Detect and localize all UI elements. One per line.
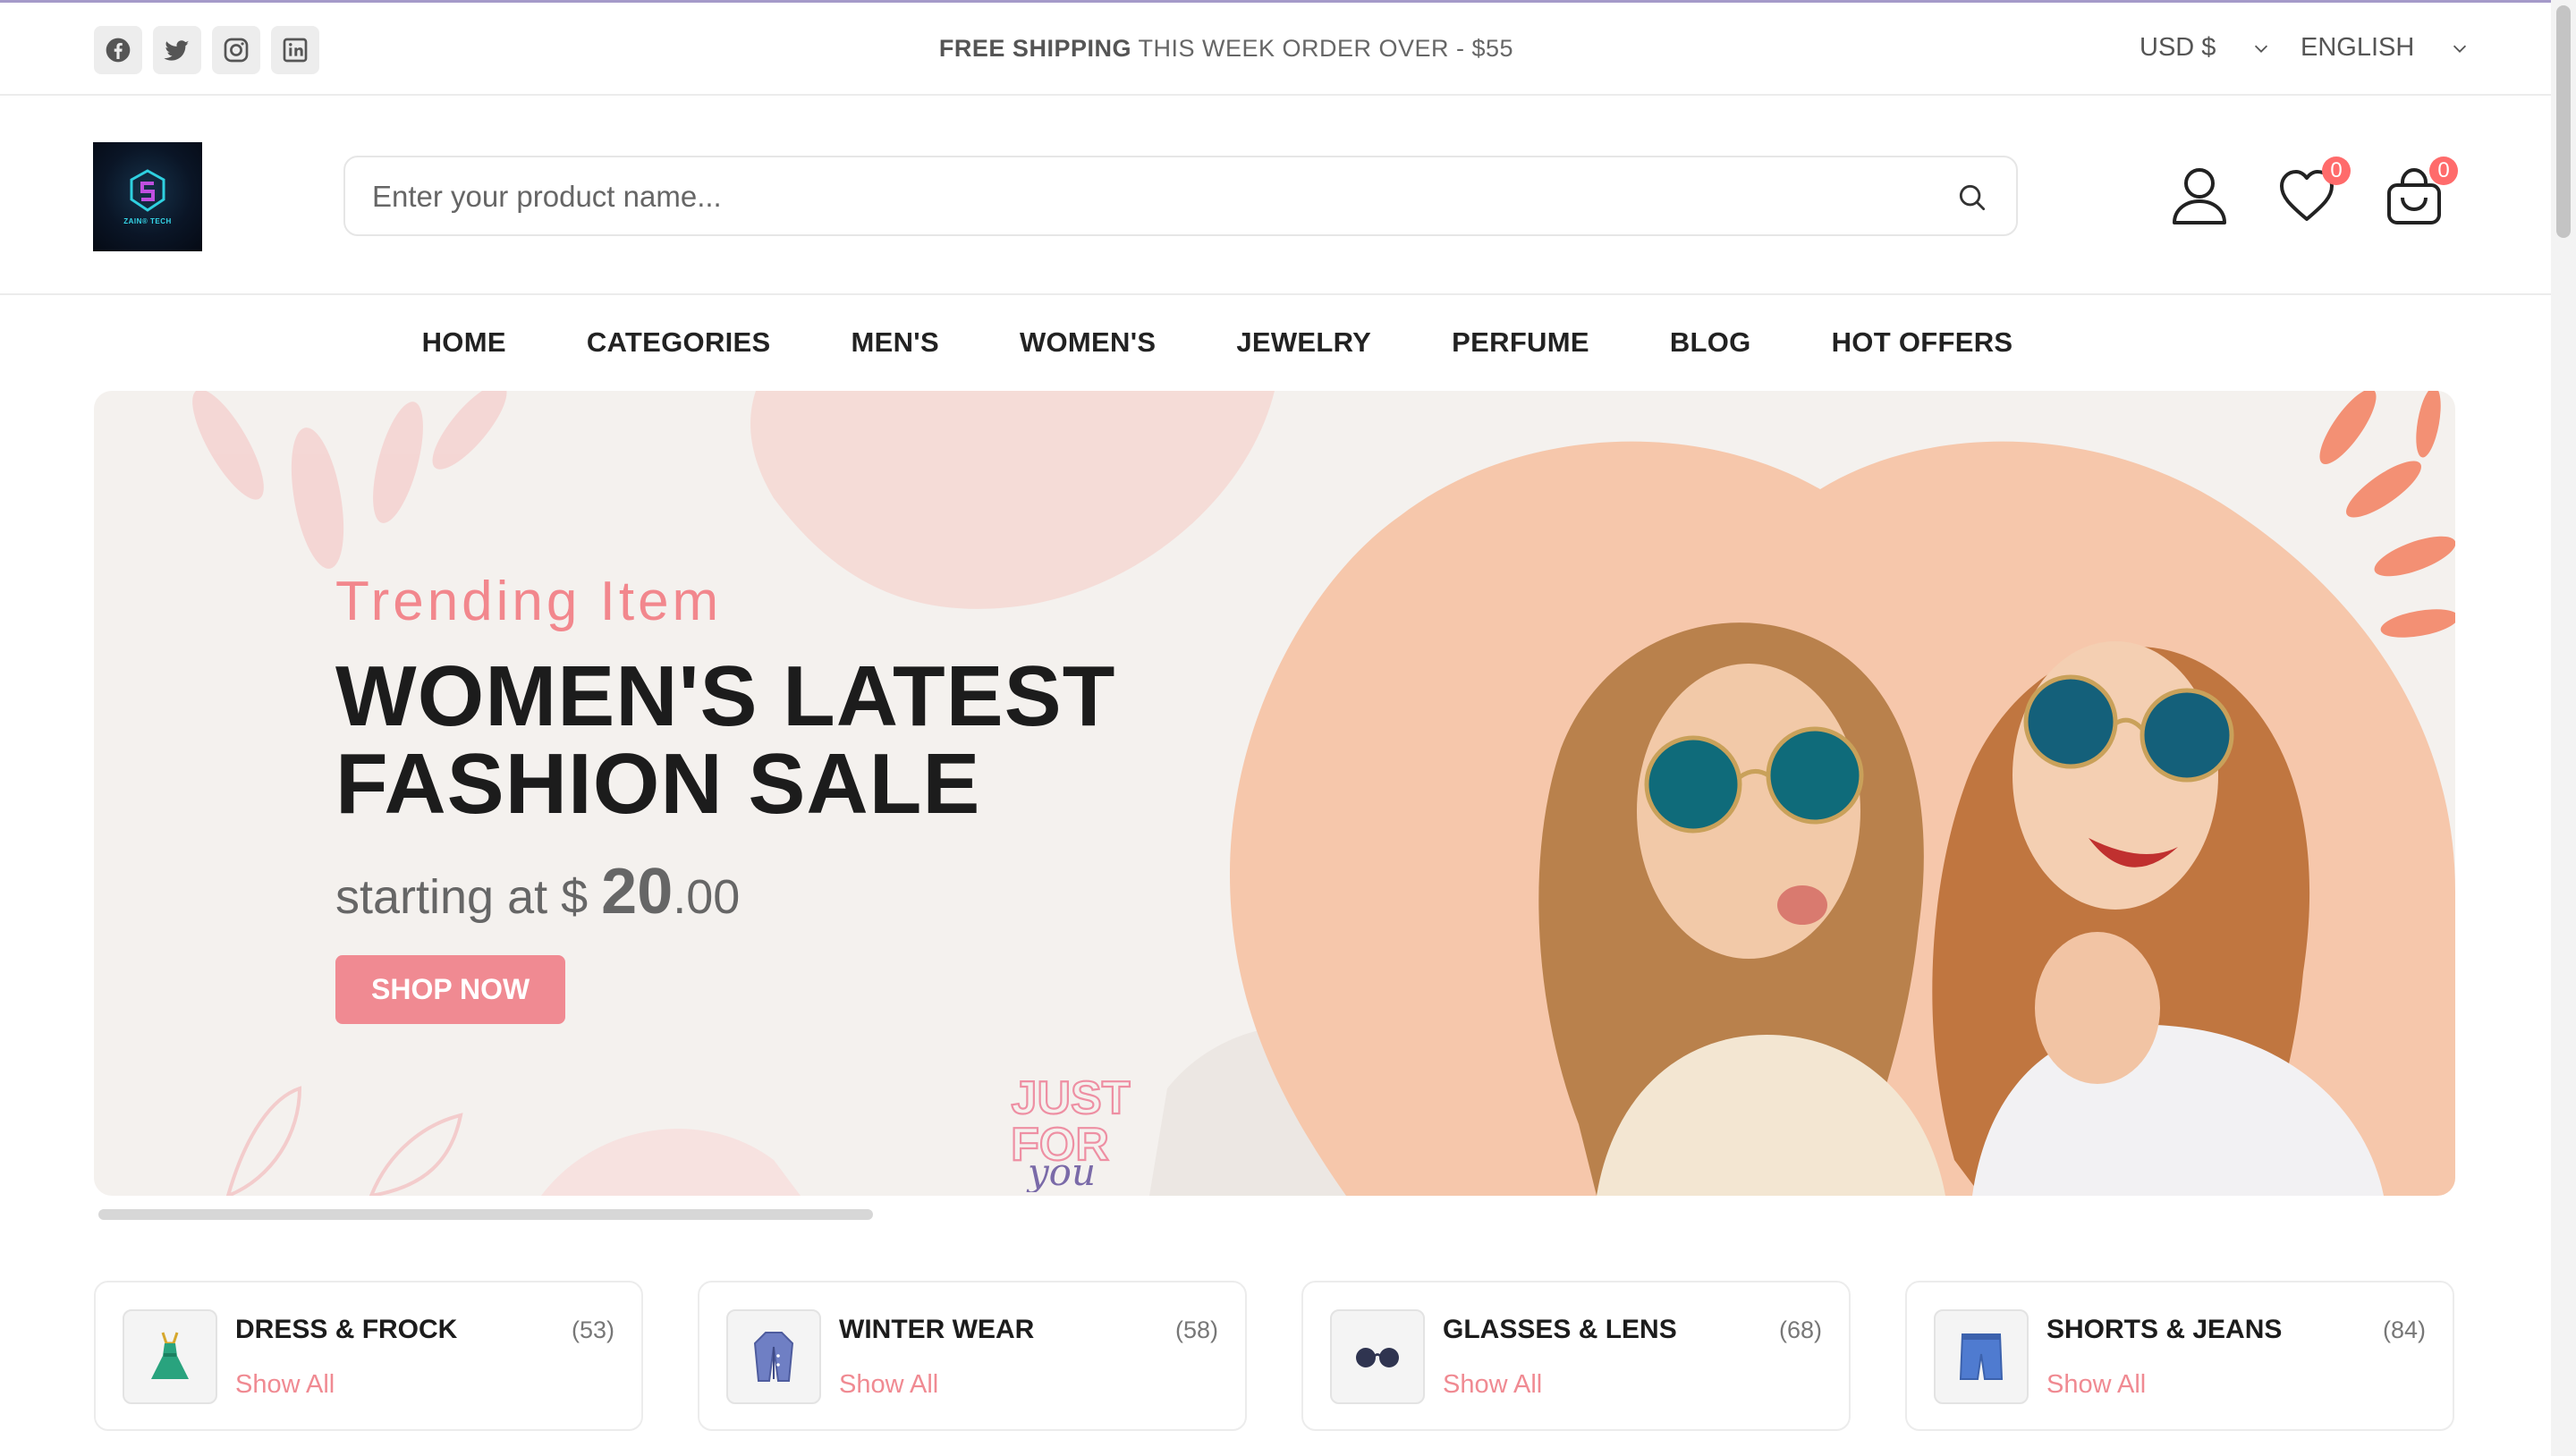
category-thumbnail bbox=[726, 1309, 821, 1404]
hero-carousel-scrollbar[interactable] bbox=[98, 1209, 873, 1220]
coat-icon bbox=[753, 1332, 794, 1382]
nav-perfume[interactable]: PERFUME bbox=[1452, 326, 1589, 359]
hero-copy: Trending Item WOMEN'S LATEST FASHION SAL… bbox=[335, 570, 1115, 1024]
hero-banner: Trending Item WOMEN'S LATEST FASHION SAL… bbox=[94, 391, 2455, 1196]
shop-now-button[interactable]: SHOP NOW bbox=[335, 955, 566, 1024]
nav-hot-offers[interactable]: HOT OFFERS bbox=[1832, 326, 2013, 359]
scrollbar-thumb[interactable] bbox=[2556, 5, 2571, 238]
wishlist-button[interactable]: 0 bbox=[2277, 157, 2351, 226]
site-logo[interactable]: ZAIN® TECH bbox=[93, 142, 202, 251]
shipping-promo: FREE SHIPPING THIS WEEK ORDER OVER - $55 bbox=[0, 35, 2453, 63]
logo-text: ZAIN® TECH bbox=[123, 216, 172, 225]
category-row: DRESS & FROCK (53) Show All WINTER WEAR … bbox=[94, 1281, 2455, 1431]
page-scrollbar[interactable] bbox=[2551, 0, 2576, 1456]
nav-jewelry[interactable]: JEWELRY bbox=[1236, 326, 1371, 359]
nav-womens[interactable]: WOMEN'S bbox=[1020, 326, 1156, 359]
search-input[interactable] bbox=[372, 175, 1893, 218]
wishlist-count-badge: 0 bbox=[2322, 157, 2351, 185]
nav-home[interactable]: HOME bbox=[422, 326, 506, 359]
price-cents: .00 bbox=[673, 870, 741, 924]
hero-title-line-2: FASHION SALE bbox=[335, 736, 981, 832]
top-bar: FREE SHIPPING THIS WEEK ORDER OVER - $55… bbox=[0, 3, 2551, 96]
cart-count-badge: 0 bbox=[2429, 157, 2458, 185]
currency-value: USD $ bbox=[2140, 33, 2216, 62]
promo-highlight: FREE SHIPPING bbox=[938, 35, 1131, 62]
category-name: WINTER WEAR bbox=[839, 1315, 1035, 1344]
language-value: ENGLISH bbox=[2301, 33, 2415, 62]
show-all-link[interactable]: Show All bbox=[2046, 1370, 2146, 1400]
dress-icon bbox=[151, 1332, 189, 1379]
category-thumbnail bbox=[1330, 1309, 1425, 1404]
category-thumbnail bbox=[1934, 1309, 2029, 1404]
category-count: (68) bbox=[1778, 1316, 1822, 1343]
glasses-icon bbox=[1356, 1348, 1399, 1367]
promo-text: THIS WEEK ORDER OVER - $55 bbox=[1131, 35, 1514, 62]
hero-title: WOMEN'S LATEST FASHION SALE bbox=[335, 653, 1115, 828]
badge-line-3: you bbox=[1026, 1150, 1096, 1192]
category-name: GLASSES & LENS bbox=[1443, 1315, 1677, 1344]
price-prefix: starting at $ bbox=[335, 870, 602, 924]
cart-button[interactable]: 0 bbox=[2385, 157, 2458, 226]
show-all-link[interactable]: Show All bbox=[839, 1370, 938, 1400]
nav-categories[interactable]: CATEGORIES bbox=[587, 326, 771, 359]
site-header: ZAIN® TECH 0 0 bbox=[0, 96, 2551, 295]
hero-kicker: Trending Item bbox=[335, 571, 723, 632]
chevron-down-icon bbox=[2453, 45, 2467, 53]
category-count: (84) bbox=[2382, 1316, 2426, 1343]
category-card[interactable]: SHORTS & JEANS (84) Show All bbox=[1905, 1281, 2454, 1431]
category-card[interactable]: GLASSES & LENS (68) Show All bbox=[1301, 1281, 1851, 1431]
nav-blog[interactable]: BLOG bbox=[1670, 326, 1751, 359]
category-card[interactable]: WINTER WEAR (58) Show All bbox=[698, 1281, 1247, 1431]
show-all-link[interactable]: Show All bbox=[1443, 1370, 1542, 1400]
chevron-down-icon bbox=[2255, 45, 2268, 53]
language-select[interactable]: ENGLISH bbox=[2301, 33, 2470, 63]
account-button[interactable] bbox=[2170, 165, 2229, 226]
price-whole: 20 bbox=[601, 856, 674, 927]
main-nav: HOME CATEGORIES MEN'S WOMEN'S JEWELRY PE… bbox=[0, 295, 2551, 390]
search-bar bbox=[343, 156, 2018, 236]
category-thumbnail bbox=[123, 1309, 217, 1404]
category-card[interactable]: DRESS & FROCK (53) Show All bbox=[94, 1281, 643, 1431]
currency-select[interactable]: USD $ bbox=[2140, 33, 2271, 63]
user-icon bbox=[2173, 168, 2226, 224]
just-for-you-badge: JUST FOR you bbox=[1010, 1071, 1131, 1192]
category-name: DRESS & FROCK bbox=[235, 1315, 458, 1344]
show-all-link[interactable]: Show All bbox=[235, 1370, 335, 1400]
category-count: (53) bbox=[571, 1316, 614, 1343]
search-icon[interactable] bbox=[1955, 181, 1989, 215]
logo-mark-icon bbox=[130, 168, 165, 212]
badge-line-1: JUST bbox=[1012, 1072, 1131, 1124]
shorts-icon bbox=[1959, 1333, 2004, 1380]
nav-mens[interactable]: MEN'S bbox=[852, 326, 939, 359]
hero-title-line-1: WOMEN'S LATEST bbox=[335, 648, 1116, 744]
category-count: (58) bbox=[1174, 1316, 1218, 1343]
category-name: SHORTS & JEANS bbox=[2046, 1315, 2283, 1344]
hero-price: starting at $ 20.00 bbox=[335, 855, 1115, 928]
